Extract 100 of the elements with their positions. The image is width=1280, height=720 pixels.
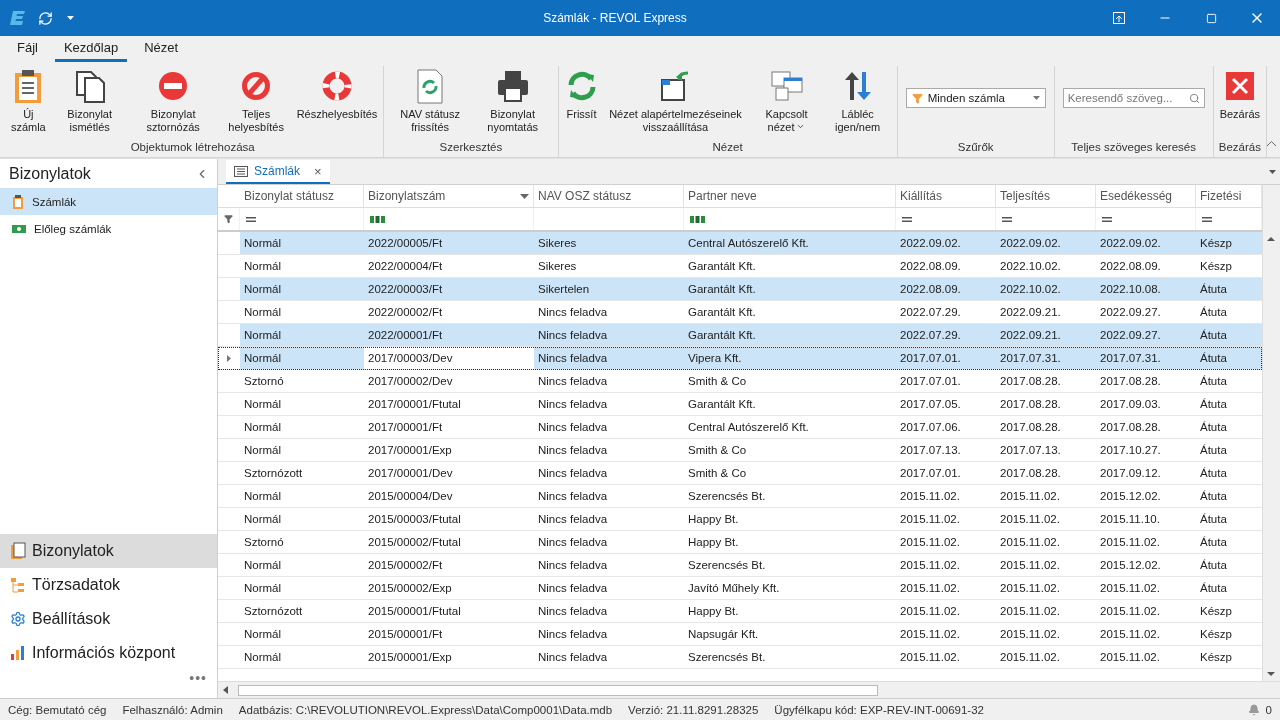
table-cell-text: 2017.08.28. — [999, 420, 1062, 435]
ribbon-group-label: Teljes szöveges keresés — [1070, 141, 1197, 155]
table-cell-text: Nincs feladva — [537, 351, 609, 366]
ribbon-button[interactable]: Bezárás — [1217, 66, 1262, 123]
column-header[interactable]: Partner neve — [684, 185, 896, 207]
table-cell-text: Sikeres — [537, 236, 578, 251]
caret-icon — [1032, 96, 1040, 100]
table-cell-text: 2022.10.08. — [1099, 282, 1162, 297]
table-cell-text: Garantált Kft. — [687, 282, 757, 297]
column-header[interactable]: Bizonylatszám — [364, 185, 534, 207]
table-cell-text: 2015/00002/Ftutal — [367, 535, 462, 550]
table-cell-text: Normál — [243, 397, 283, 412]
column-header[interactable]: Teljesítés — [996, 185, 1096, 207]
nav-item[interactable]: Információs központ — [0, 636, 217, 670]
table-cell-text: 2015.11.02. — [899, 558, 961, 573]
table-cell-text: 2017.07.31. — [1099, 351, 1162, 366]
table-cell-text: 2015.11.02. — [899, 489, 961, 504]
collapse-ribbon-icon[interactable] — [1267, 141, 1276, 146]
status-text: Adatbázis: C:\REVOLUTION\REVOL.Express\Data\Comp0001\Data.mdb — [238, 703, 613, 716]
table-cell-text: 2022.09.02. — [899, 236, 962, 251]
sidebar-item[interactable]: Számlák — [0, 188, 217, 215]
text-filter-icon — [370, 215, 385, 223]
scroll-left-icon[interactable] — [222, 686, 230, 694]
table-cell-text: Normál — [243, 351, 283, 366]
vertical-scrollbar[interactable] — [1262, 185, 1280, 681]
table-cell-text: 2022/00002/Ft — [367, 305, 444, 320]
ribbon-button[interactable]: Bizonylat ismétlés — [50, 66, 129, 136]
search-field[interactable]: Keresendő szöveg... — [1062, 88, 1205, 108]
column-header[interactable]: Esedékesség — [1096, 185, 1196, 207]
column-header[interactable]: NAV OSZ státusz — [534, 185, 684, 207]
table-cell-text: 2015.11.02. — [1099, 627, 1161, 642]
tab-menu-caret-icon[interactable] — [1269, 170, 1276, 174]
nav-item[interactable]: Beállítások — [0, 602, 217, 636]
table-cell-text: Nincs feladva — [537, 581, 609, 596]
documents-icon — [10, 542, 26, 560]
notification-count: 0 — [1265, 703, 1272, 716]
dropdown-caret-icon — [796, 122, 806, 131]
sidebar-item[interactable]: Előleg számlák — [0, 215, 217, 242]
refresh-icon[interactable] — [38, 10, 53, 26]
table-cell-text: 2017.07.01. — [899, 351, 962, 366]
table-cell-text: Átuta — [1199, 535, 1228, 550]
equals-icon — [1202, 216, 1212, 222]
pin-window-icon[interactable] — [1113, 12, 1125, 24]
table-cell-text: Normál — [243, 581, 283, 596]
table-cell-text: Készp — [1199, 604, 1233, 619]
table-cell-text: 2015/00001/Ftutal — [367, 604, 462, 619]
document-tab[interactable]: Számlák × — [226, 160, 330, 184]
table-row[interactable]: Normál 2022/00003/Ft Sikertelen Garantált Kft. 2022.08.09. 2022.10.02. 2022.10.08. Átuta — [218, 278, 1262, 301]
search-icon — [1188, 92, 1200, 104]
table-cell-text: 2015.11.02. — [999, 627, 1061, 642]
filter-dropdown[interactable]: Minden számla — [905, 88, 1046, 108]
ribbon-button[interactable]: Frissít — [562, 66, 601, 123]
table-cell-text: Normál — [243, 420, 283, 435]
table-cell-text: Garantált Kft. — [687, 259, 757, 274]
table-row[interactable]: Normál 2017/00003/Dev Nincs feladva Vipera Kft. 2017.07.01. 2017.07.31. 2017.07.31. Átuta — [218, 347, 1262, 370]
table-cell-text: Sztornó — [243, 535, 285, 550]
table-cell-text: 2022.09.02. — [999, 236, 1062, 251]
table-cell-text: Sikeres — [537, 259, 578, 274]
column-header[interactable]: Bizonylat státusz — [240, 185, 364, 207]
dropdown-caret-icon[interactable] — [67, 16, 74, 20]
ribbon-button[interactable]: Bizonylat sztornózás — [128, 66, 218, 136]
table-cell-text: Átuta — [1199, 282, 1228, 297]
ribbon-button[interactable]: Kapcsolt nézet — [750, 66, 823, 136]
ribbon-button[interactable]: NAV státusz frissítés — [388, 66, 472, 136]
nav-item[interactable]: Törzsadatok — [0, 568, 217, 602]
nav-item[interactable]: Bizonylatok — [0, 534, 217, 568]
table-cell-text: 2015.11.02. — [999, 512, 1061, 527]
table-cell-text: 2015.11.02. — [1099, 581, 1161, 596]
ribbon-button[interactable]: Új számla — [6, 66, 51, 136]
table-cell-text: Nincs feladva — [537, 420, 609, 435]
table-cell-text: 2015.11.02. — [1099, 650, 1161, 665]
ribbon-button[interactable]: Részhelyesbítés — [294, 66, 380, 123]
sort-caret-icon — [520, 193, 529, 199]
maximize-icon[interactable] — [1205, 12, 1217, 24]
tab-close-button[interactable]: × — [314, 163, 322, 179]
table-row[interactable]: Normál 2022/00005/Ft Sikeres Central Autószerelő Kft. 2022.09.02. 2022.09.02. 2022.09.02. Készp — [218, 232, 1262, 255]
menu-tab[interactable]: Kezdőlap — [54, 40, 128, 62]
status-text: Ügyfélkapu kód: EXP-REV-INT-00691-32 — [774, 703, 984, 716]
ribbon-button[interactable]: Bizonylat nyomtatás — [471, 66, 554, 136]
more-button[interactable]: ••• — [189, 670, 207, 686]
table-row[interactable]: Normál 2022/00001/Ft Nincs feladva Garantált Kft. 2022.07.29. 2022.09.21. 2022.09.27. Átuta — [218, 324, 1262, 347]
table-cell-text: Normál — [243, 236, 283, 251]
table-cell-text: Happy Bt. — [687, 535, 740, 550]
equals-icon — [902, 216, 912, 222]
menu-tab[interactable]: Nézet — [135, 40, 188, 62]
table-cell-text: Garantált Kft. — [687, 328, 757, 343]
table-cell-text: 2015.11.02. — [899, 604, 961, 619]
menu-tab[interactable]: Fájl — [8, 40, 47, 62]
settings-icon — [10, 611, 26, 627]
table-cell-text: Átuta — [1199, 305, 1228, 320]
table-cell-text: Nincs feladva — [537, 466, 609, 481]
table-cell-text: Átuta — [1199, 328, 1228, 343]
table-cell-text: Normál — [243, 305, 283, 320]
ribbon-button[interactable]: Lábléc igen/nem — [822, 66, 893, 136]
column-header[interactable]: Kiállítás — [896, 185, 996, 207]
ribbon-button[interactable]: Teljes helyesbítés — [217, 66, 295, 136]
filter-icon[interactable] — [224, 214, 233, 224]
ribbon-button[interactable]: Nézet alapértelmezéseinek visszaállítása — [600, 66, 751, 136]
table-cell-text: Javító Műhely Kft. — [687, 581, 781, 596]
horizontal-scrollbar[interactable] — [218, 681, 1280, 698]
